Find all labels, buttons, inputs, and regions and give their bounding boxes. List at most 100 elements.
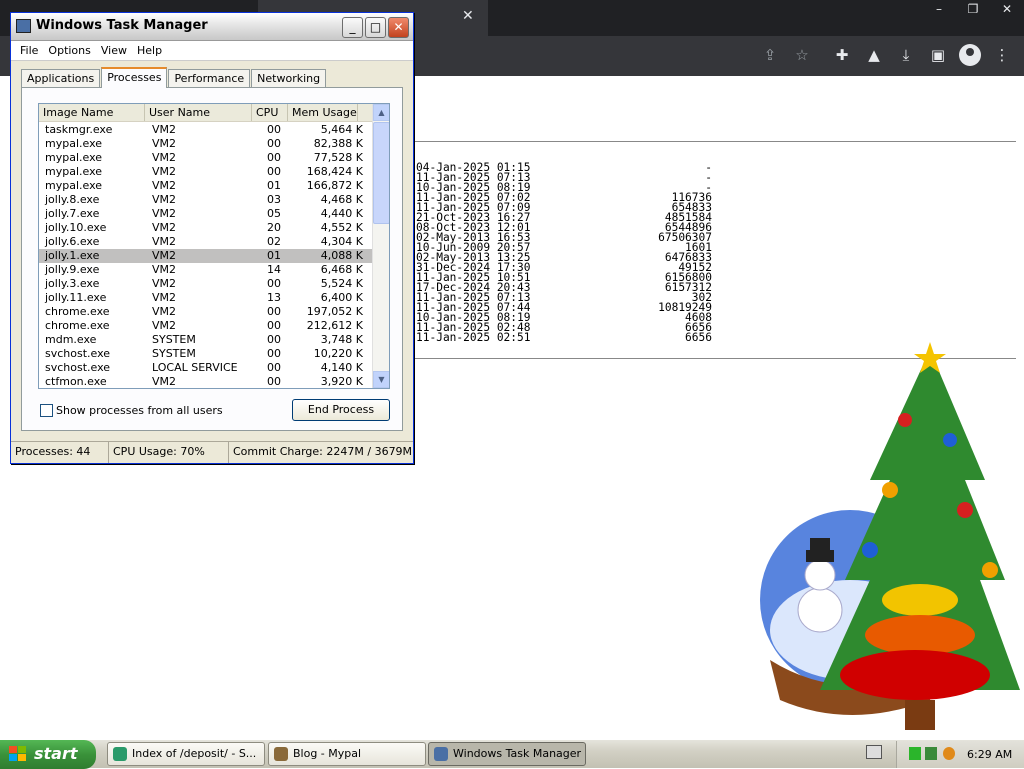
table-row[interactable]: mypal.exe VM2 00 168,424 K [39, 165, 373, 179]
taskbar-button-blog-mypal[interactable]: Blog - Mypal [268, 742, 426, 766]
taskbar-button-index-deposit[interactable]: Index of /deposit/ - S... [107, 742, 265, 766]
process-cpu: 00 [267, 347, 281, 360]
taskbar-button-label: Windows Task Manager [453, 747, 582, 760]
close-button[interactable]: ✕ [388, 17, 409, 38]
column-image-name[interactable]: Image Name [39, 104, 145, 121]
process-mem-usage: 5,464 K [320, 123, 363, 136]
task-manager-icon [434, 747, 448, 761]
lab-icon[interactable]: ▲ [863, 44, 885, 66]
column-cpu[interactable]: CPU [252, 104, 288, 121]
menu-bar: File Options View Help [11, 41, 413, 61]
table-row[interactable]: mdm.exe SYSTEM 00 3,748 K [39, 333, 373, 347]
scroll-up-icon[interactable]: ▲ [373, 104, 389, 121]
download-icon[interactable]: ⤓ [895, 44, 917, 66]
process-mem-usage: 3,920 K [320, 375, 363, 388]
column-mem-usage[interactable]: Mem Usage [288, 104, 358, 121]
menu-options[interactable]: Options [43, 41, 95, 60]
table-row[interactable]: mypal.exe VM2 00 82,388 K [39, 137, 373, 151]
table-row[interactable]: jolly.9.exe VM2 14 6,468 K [39, 263, 373, 277]
table-row[interactable]: taskmgr.exe VM2 00 5,464 K [39, 123, 373, 137]
process-mem-usage: 4,552 K [320, 221, 363, 234]
table-row[interactable]: jolly.10.exe VM2 20 4,552 K [39, 221, 373, 235]
process-cpu: 02 [267, 235, 281, 248]
process-image-name: jolly.6.exe [45, 235, 100, 248]
security-icon[interactable] [925, 747, 937, 760]
task-manager-titlebar[interactable]: Windows Task Manager _ □ ✕ [11, 13, 413, 41]
table-row[interactable]: svchost.exe LOCAL SERVICE 00 4,140 K [39, 361, 373, 375]
table-row[interactable]: mypal.exe VM2 01 166,872 K [39, 179, 373, 193]
tab-applications[interactable]: Applications [21, 69, 101, 87]
sidebar-icon[interactable]: ▣ [927, 44, 949, 66]
table-row[interactable]: jolly.1.exe VM2 01 4,088 K [39, 249, 373, 263]
menu-icon[interactable]: ⋮ [991, 44, 1013, 66]
network-icon[interactable] [909, 747, 921, 760]
process-image-name: jolly.10.exe [45, 221, 107, 234]
tab-performance[interactable]: Performance [168, 69, 251, 87]
show-all-users-label[interactable]: Show processes from all users [56, 404, 223, 417]
search-icon[interactable] [943, 747, 955, 760]
star-icon[interactable]: ☆ [791, 44, 813, 66]
show-all-users-checkbox[interactable] [40, 404, 53, 417]
share-icon[interactable]: ⇪ [759, 44, 781, 66]
table-row[interactable]: jolly.8.exe VM2 03 4,468 K [39, 193, 373, 207]
profile-icon[interactable] [959, 44, 981, 66]
vertical-scrollbar[interactable]: ▲ ▼ [372, 104, 389, 388]
divider [414, 141, 1016, 142]
restore-button[interactable]: ❐ [956, 0, 990, 18]
table-row[interactable]: chrome.exe VM2 00 197,052 K [39, 305, 373, 319]
process-user-name: VM2 [152, 151, 177, 164]
process-user-name: VM2 [152, 235, 177, 248]
maximize-button[interactable]: □ [365, 17, 386, 38]
scroll-down-icon[interactable]: ▼ [373, 371, 389, 388]
process-user-name: VM2 [152, 375, 177, 388]
process-cpu: 14 [267, 263, 281, 276]
tab-strip: Applications Processes Performance Netwo… [21, 67, 327, 88]
process-cpu: 00 [267, 333, 281, 346]
process-cpu: 00 [267, 165, 281, 178]
start-button[interactable]: start [0, 740, 96, 769]
scroll-thumb[interactable] [373, 122, 389, 224]
process-cpu: 05 [267, 207, 281, 220]
file-size: - [705, 161, 712, 174]
table-row[interactable]: ctfmon.exe VM2 00 3,920 K [39, 375, 373, 388]
process-cpu: 00 [267, 375, 281, 388]
menu-file[interactable]: File [15, 41, 43, 60]
close-button[interactable]: ✕ [990, 0, 1024, 18]
taskbar-button-task-manager[interactable]: Windows Task Manager [428, 742, 586, 766]
process-list-body: taskmgr.exe VM2 00 5,464 K mypal.exe VM2 00 82,… [39, 123, 373, 388]
process-image-name: taskmgr.exe [45, 123, 113, 136]
table-row[interactable]: jolly.3.exe VM2 00 5,524 K [39, 277, 373, 291]
process-list[interactable]: Image Name User Name CPU Mem Usage taskm… [38, 103, 390, 389]
table-row[interactable]: jolly.7.exe VM2 05 4,440 K [39, 207, 373, 221]
mypal-icon [113, 747, 127, 761]
table-row[interactable]: svchost.exe SYSTEM 00 10,220 K [39, 347, 373, 361]
tab-processes[interactable]: Processes [101, 67, 168, 88]
status-processes: Processes: 44 [11, 442, 109, 463]
extensions-icon[interactable]: ✚ [831, 44, 853, 66]
menu-view[interactable]: View [96, 41, 132, 60]
table-row[interactable]: jolly.11.exe VM2 13 6,400 K [39, 291, 373, 305]
menu-help[interactable]: Help [132, 41, 167, 60]
process-mem-usage: 212,612 K [306, 319, 363, 332]
status-commit-charge: Commit Charge: 2247M / 3679M [233, 445, 413, 458]
tab-networking[interactable]: Networking [251, 69, 327, 87]
minimize-button[interactable]: – [922, 0, 956, 18]
process-mem-usage: 168,424 K [306, 165, 363, 178]
keyboard-icon[interactable] [866, 745, 882, 759]
process-mem-usage: 82,388 K [313, 137, 363, 150]
end-process-button[interactable]: End Process [292, 399, 390, 421]
process-user-name: SYSTEM [152, 333, 196, 346]
minimize-button[interactable]: _ [342, 17, 363, 38]
process-image-name: chrome.exe [45, 305, 110, 318]
process-user-name: VM2 [152, 179, 177, 192]
table-row[interactable]: mypal.exe VM2 00 77,528 K [39, 151, 373, 165]
process-user-name: VM2 [152, 207, 177, 220]
snowman [797, 587, 843, 633]
table-row[interactable]: chrome.exe VM2 00 212,612 K [39, 319, 373, 333]
clock[interactable]: 6:29 AM [967, 748, 1012, 761]
column-user-name[interactable]: User Name [145, 104, 252, 121]
tab-close-icon[interactable]: ✕ [462, 8, 474, 24]
process-mem-usage: 4,304 K [320, 235, 363, 248]
process-mem-usage: 4,088 K [320, 249, 363, 262]
table-row[interactable]: jolly.6.exe VM2 02 4,304 K [39, 235, 373, 249]
